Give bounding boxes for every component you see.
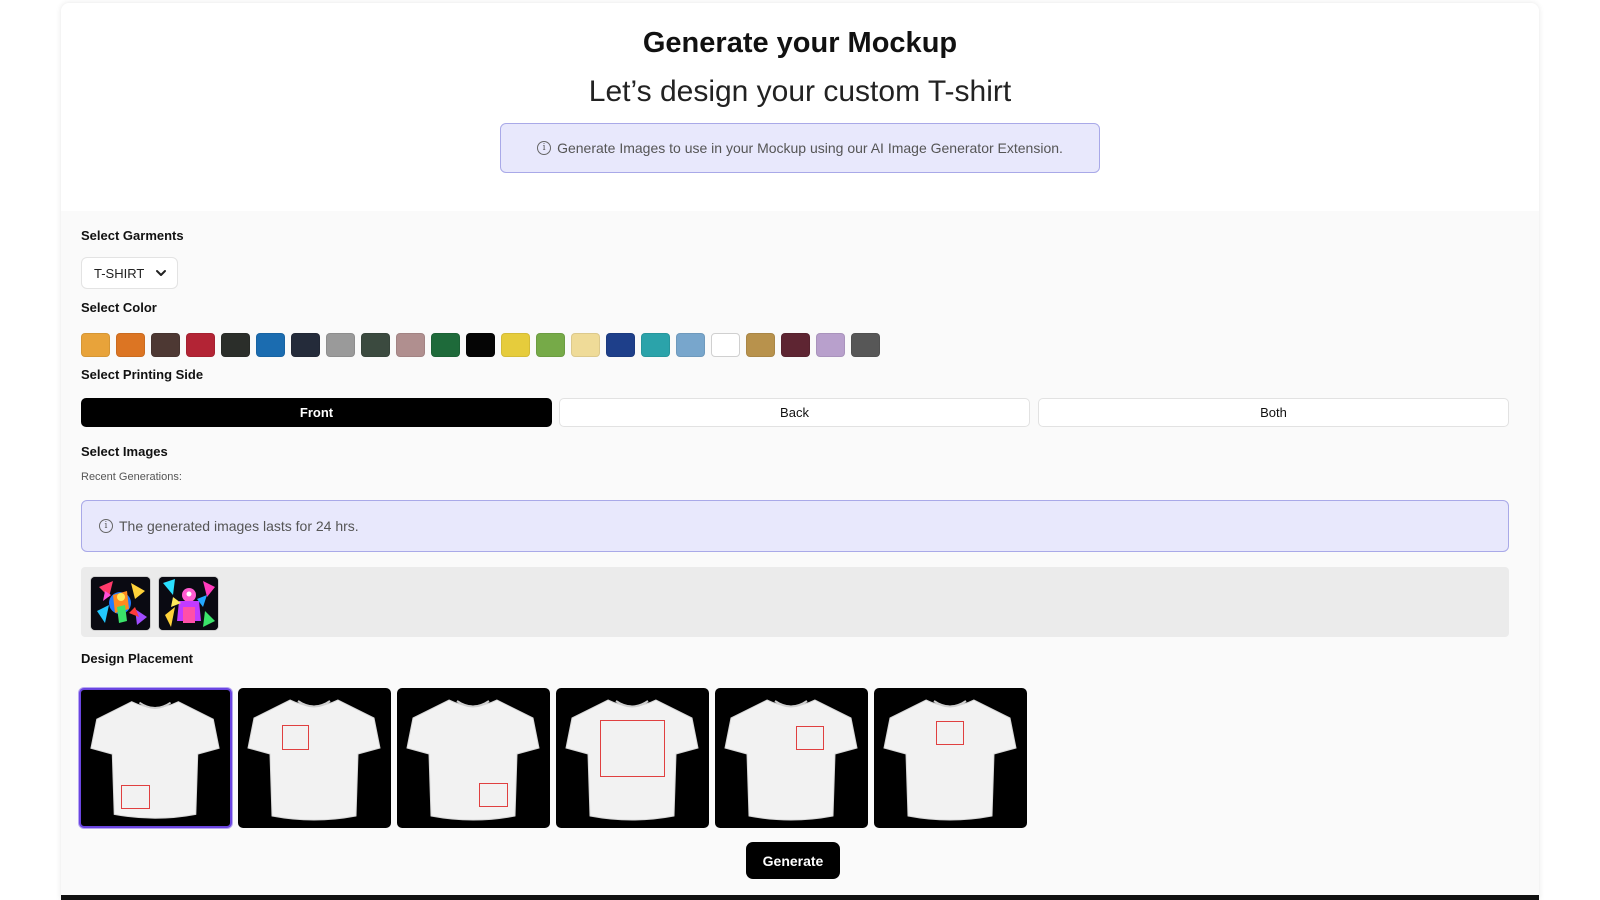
color-swatch[interactable] [361,333,390,357]
tshirt-image [724,699,858,821]
ai-generator-info-banner: i Generate Images to use in your Mockup … [500,123,1100,173]
tshirt-image [247,699,381,821]
select-images-label: Select Images [81,444,168,459]
design-placement-options [79,688,1027,828]
color-swatch[interactable] [711,333,740,357]
placement-option-full-front[interactable] [556,688,709,828]
placement-option-top-left[interactable] [238,688,391,828]
bottom-edge-bar [61,895,1539,900]
info-icon: i [99,519,113,533]
color-swatch[interactable] [641,333,670,357]
placement-option-bottom-right[interactable] [397,688,550,828]
color-swatch[interactable] [256,333,285,357]
chevron-down-icon [156,270,166,276]
recent-generations-label: Recent Generations: [81,471,182,483]
placement-area-box [282,725,309,750]
placement-option-center-chest[interactable] [715,688,868,828]
image-expiry-info-banner: i The generated images lasts for 24 hrs. [81,500,1509,552]
color-swatch[interactable] [466,333,495,357]
tshirt-image [90,701,220,819]
header-area: Generate your Mockup Let’s design your c… [61,3,1539,211]
color-swatch[interactable] [781,333,810,357]
color-swatch[interactable] [501,333,530,357]
color-swatch[interactable] [326,333,355,357]
generated-image-thumbnail[interactable] [91,577,150,630]
color-swatch[interactable] [151,333,180,357]
placement-area-box [936,721,964,745]
recent-generations-gallery [81,567,1509,637]
design-placement-label: Design Placement [81,651,193,666]
color-swatches [81,333,880,357]
color-swatch[interactable] [851,333,880,357]
garment-select-value: T-SHIRT [94,265,145,281]
page-title: Generate your Mockup [642,27,958,59]
garment-select[interactable]: T-SHIRT [81,257,178,289]
info-banner-text: Generate Images to use in your Mockup us… [557,140,1063,156]
color-swatch[interactable] [221,333,250,357]
tshirt-image [406,699,540,821]
color-swatch[interactable] [536,333,565,357]
color-swatch[interactable] [186,333,215,357]
color-swatch[interactable] [431,333,460,357]
placement-area-box [600,720,665,777]
tshirt-image [883,699,1017,821]
placement-area-box [796,726,824,750]
generate-button[interactable]: Generate [746,842,840,879]
printing-side-back-button[interactable]: Back [559,398,1030,427]
generated-image-thumbnail[interactable] [159,577,218,630]
color-swatch[interactable] [746,333,775,357]
color-swatch[interactable] [396,333,425,357]
placement-option-top-right[interactable] [874,688,1027,828]
mockup-card: Generate your Mockup Let’s design your c… [61,3,1539,900]
color-swatch[interactable] [571,333,600,357]
generated-artwork-image [159,577,218,630]
select-color-label: Select Color [81,300,157,315]
generated-artwork-image [91,577,150,630]
color-swatch[interactable] [81,333,110,357]
select-garments-label: Select Garments [81,228,184,243]
color-swatch[interactable] [676,333,705,357]
image-expiry-text: The generated images lasts for 24 hrs. [119,518,359,534]
placement-area-box [121,785,150,809]
placement-option-bottom-left[interactable] [79,688,232,828]
color-swatch[interactable] [116,333,145,357]
printing-side-front-button[interactable]: Front [81,398,552,427]
info-icon: i [537,141,552,155]
page-subtitle: Let’s design your custom T-shirt [588,75,1012,108]
color-swatch[interactable] [291,333,320,357]
select-printing-side-label: Select Printing Side [81,367,204,382]
placement-area-box [479,783,508,807]
printing-side-both-button[interactable]: Both [1038,398,1509,427]
color-swatch[interactable] [606,333,635,357]
color-swatch[interactable] [816,333,845,357]
